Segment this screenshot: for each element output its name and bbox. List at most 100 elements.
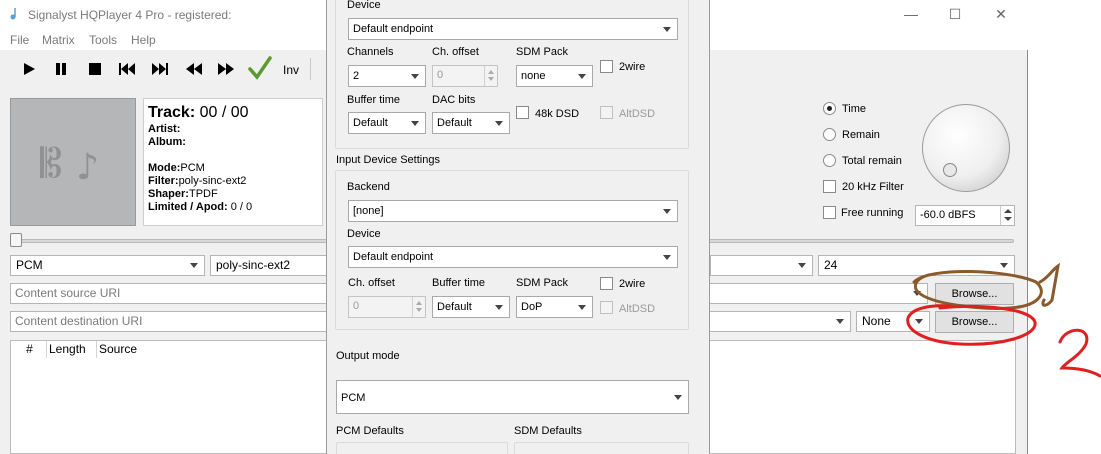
app-icon: [10, 8, 16, 20]
album-label: Album:: [148, 136, 186, 148]
spin-up-icon: [416, 301, 422, 305]
backend-combo[interactable]: [none]: [348, 200, 678, 222]
toolbar-separator: [310, 58, 311, 80]
output-device-combo[interactable]: Default endpoint: [348, 18, 678, 40]
annotation-number-2: [1058, 328, 1101, 378]
menu-tools[interactable]: Tools: [89, 33, 117, 47]
browse-destination-button[interactable]: Browse...: [935, 311, 1014, 333]
annotation-number-1: [1038, 262, 1061, 307]
close-icon[interactable]: ✕: [990, 4, 1012, 24]
mode-value: PCM: [180, 162, 205, 174]
browse-source-button[interactable]: Browse...: [935, 283, 1014, 305]
output-device-value: Default endpoint: [353, 23, 434, 35]
input-ch-offset-spin-buttons: [412, 297, 425, 317]
volume-spinbox[interactable]: -60.0 dBFS: [915, 205, 1015, 226]
input-buffer-time-label: Buffer time: [432, 277, 485, 289]
free-running-checkbox[interactable]: [823, 206, 836, 219]
input-device-settings-label: Input Device Settings: [336, 154, 440, 166]
minimize-icon[interactable]: —: [900, 4, 922, 24]
svg-text:𝄡: 𝄡: [40, 141, 62, 187]
menu-help[interactable]: Help: [131, 33, 156, 47]
play-button[interactable]: [16, 58, 42, 80]
column-header-length[interactable]: Length: [47, 341, 97, 358]
chevron-down-icon: [495, 305, 503, 310]
remain-radio[interactable]: [823, 128, 836, 141]
chevron-down-icon: [495, 121, 503, 126]
sdm-pack-label: SDM Pack: [516, 46, 568, 58]
track-value: 00 / 00: [199, 104, 249, 121]
pause-icon: [56, 63, 66, 75]
shaper-label: Shaper:: [148, 188, 189, 200]
sdm-pack-combo[interactable]: none: [516, 65, 593, 87]
dac-bits-value: Default: [437, 117, 472, 129]
previous-track-button[interactable]: [114, 58, 140, 80]
mode-line: Mode:PCM: [148, 162, 318, 175]
content-source-placeholder: Content source URI: [15, 286, 121, 300]
input-device-combo[interactable]: Default endpoint: [348, 246, 678, 268]
volume-knob[interactable]: [922, 104, 1010, 192]
total-remain-radio[interactable]: [823, 154, 836, 167]
time-radio[interactable]: [823, 102, 836, 115]
volume-spin-buttons[interactable]: [1000, 206, 1014, 225]
column-header-source[interactable]: Source: [97, 341, 147, 358]
pause-button[interactable]: [48, 58, 74, 80]
invert-button[interactable]: Inv: [283, 63, 299, 77]
settings-dialog: Device Default endpoint Channels Ch. off…: [326, 0, 710, 454]
filter-20khz-checkbox[interactable]: [823, 180, 836, 193]
buffer-time-combo[interactable]: Default: [348, 112, 426, 134]
shaper-combo[interactable]: [710, 255, 813, 276]
mode-combo[interactable]: PCM: [10, 255, 205, 276]
sdm-pack-value: none: [521, 70, 546, 82]
stop-button[interactable]: [82, 58, 108, 80]
destination-type-combo[interactable]: None: [856, 311, 930, 332]
chevron-down-icon: [798, 263, 806, 268]
input-buffer-time-combo[interactable]: Default: [432, 296, 510, 318]
spin-down-icon: [488, 77, 494, 81]
mode-combo-value: PCM: [16, 258, 43, 272]
input-device-value: Default endpoint: [353, 251, 434, 263]
sdm-defaults-label: SDM Defaults: [514, 425, 582, 437]
maximize-icon[interactable]: ☐: [944, 4, 966, 24]
input-2wire-checkbox[interactable]: [600, 277, 613, 290]
spin-down-icon: [1004, 217, 1012, 221]
ch-offset-spinbox: 0: [432, 65, 498, 87]
filter-combo[interactable]: poly-sinc-ext2: [210, 255, 328, 276]
chevron-down-icon: [411, 74, 419, 79]
output-altdsd-checkbox: [600, 106, 613, 119]
dac-bits-combo[interactable]: Default: [432, 112, 510, 134]
channels-value: 2: [353, 70, 360, 82]
spin-up-icon: [1004, 209, 1012, 213]
fast-forward-button[interactable]: [213, 58, 239, 80]
seek-slider-handle[interactable]: [10, 233, 22, 247]
free-running-label: Free running: [841, 207, 904, 219]
filter-combo-value: poly-sinc-ext2: [216, 258, 291, 272]
previous-track-icon: [119, 63, 135, 75]
output-mode-combo[interactable]: PCM: [336, 380, 689, 414]
input-ch-offset-spinbox: 0: [348, 296, 426, 318]
chevron-down-icon: [836, 319, 844, 324]
buffer-time-label: Buffer time: [347, 94, 400, 106]
output-device-label: Device: [347, 0, 381, 11]
svg-text:♪: ♪: [76, 147, 99, 187]
menu-matrix[interactable]: Matrix: [42, 33, 75, 47]
volume-value: -60.0 dBFS: [920, 209, 976, 221]
next-track-button[interactable]: [147, 58, 173, 80]
apply-button[interactable]: [246, 55, 274, 81]
chevron-down-icon: [190, 263, 198, 268]
input-ch-offset-label: Ch. offset: [348, 277, 395, 289]
input-sdm-pack-combo[interactable]: DoP: [516, 296, 593, 318]
menu-file[interactable]: File: [10, 33, 29, 47]
filter-label: Filter:: [148, 175, 179, 187]
rewind-button[interactable]: [181, 58, 207, 80]
shaper-value: TPDF: [188, 188, 218, 200]
output-2wire-label: 2wire: [619, 61, 646, 73]
dsd48k-checkbox[interactable]: [516, 106, 529, 119]
column-header-number[interactable]: #: [11, 341, 47, 358]
dsd48k-label: 48k DSD: [535, 108, 580, 120]
output-2wire-checkbox[interactable]: [600, 60, 613, 73]
input-ch-offset-value: 0: [353, 300, 360, 312]
dac-bits-label: DAC bits: [432, 94, 476, 106]
rate-combo[interactable]: 24: [818, 255, 1015, 276]
channels-combo[interactable]: 2: [348, 65, 426, 87]
chevron-down-icon: [663, 255, 671, 260]
